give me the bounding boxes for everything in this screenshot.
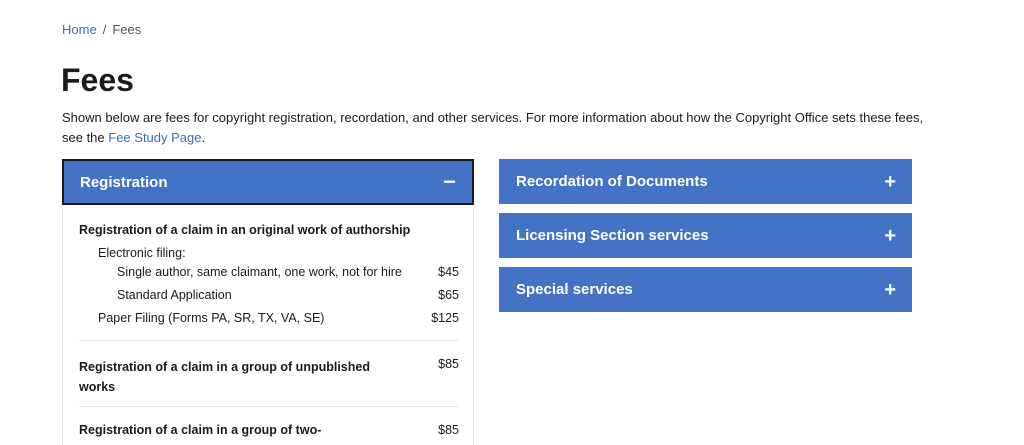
- divider: [79, 340, 458, 341]
- fee-amount: $85: [438, 423, 459, 437]
- divider: [79, 406, 458, 407]
- fee-row-single-author: Single author, same claimant, one work, …: [117, 265, 459, 279]
- fee-row-label-line1: Registration of a claim in a group of un…: [79, 360, 370, 374]
- recordation-title: Recordation of Documents: [516, 173, 708, 190]
- electronic-filing-label: Electronic filing:: [98, 246, 186, 260]
- collapse-icon[interactable]: −: [443, 171, 456, 193]
- licensing-accordion-header[interactable]: Licensing Section services +: [499, 213, 912, 258]
- expand-icon[interactable]: +: [884, 280, 896, 300]
- special-services-title: Special services: [516, 281, 633, 298]
- fee-row-paper: Paper Filing (Forms PA, SR, TX, VA, SE) …: [98, 311, 459, 325]
- fee-amount: $45: [438, 265, 459, 279]
- recordation-accordion-header[interactable]: Recordation of Documents +: [499, 159, 912, 204]
- expand-icon[interactable]: +: [884, 226, 896, 246]
- fee-amount: $65: [438, 288, 459, 302]
- intro-text-end: .: [201, 130, 206, 145]
- fee-amount: $85: [438, 357, 459, 371]
- electronic-filing-text: Electronic filing:: [98, 246, 186, 260]
- fee-row-label-line2: works: [79, 380, 116, 394]
- registration-panel: Registration of a claim in an original w…: [62, 205, 474, 445]
- breadcrumb-current: Fees: [112, 22, 142, 37]
- licensing-title: Licensing Section services: [516, 227, 709, 244]
- fee-row-standard: Standard Application $65: [117, 288, 459, 302]
- fee-row-label: Standard Application: [117, 288, 232, 302]
- fee-row-label: Single author, same claimant, one work, …: [117, 265, 402, 279]
- page-title: Fees: [61, 62, 134, 98]
- fee-row-group-unpublished: Registration of a claim in a group of un…: [79, 357, 459, 397]
- breadcrumb: Home / Fees: [62, 22, 141, 37]
- breadcrumb-home-link[interactable]: Home: [62, 22, 97, 37]
- registration-accordion-header[interactable]: Registration −: [62, 159, 474, 205]
- original-work-heading: Registration of a claim in an original w…: [79, 223, 410, 237]
- intro-paragraph: Shown below are fees for copyright regis…: [62, 108, 942, 148]
- original-work-heading-text: Registration of a claim in an original w…: [79, 223, 411, 237]
- registration-title: Registration: [80, 173, 168, 191]
- special-services-accordion-header[interactable]: Special services +: [499, 267, 912, 312]
- fee-row-label: Registration of a claim in a group of tw…: [79, 423, 322, 437]
- fee-study-link[interactable]: Fee Study Page: [108, 130, 201, 145]
- expand-icon[interactable]: +: [884, 172, 896, 192]
- breadcrumb-separator: /: [102, 22, 107, 37]
- fee-amount: $125: [431, 311, 459, 325]
- fee-row-label: Registration of a claim in a group of un…: [79, 357, 370, 397]
- fee-row-label: Paper Filing (Forms PA, SR, TX, VA, SE): [98, 311, 325, 325]
- fee-row-group-two: Registration of a claim in a group of tw…: [79, 423, 459, 437]
